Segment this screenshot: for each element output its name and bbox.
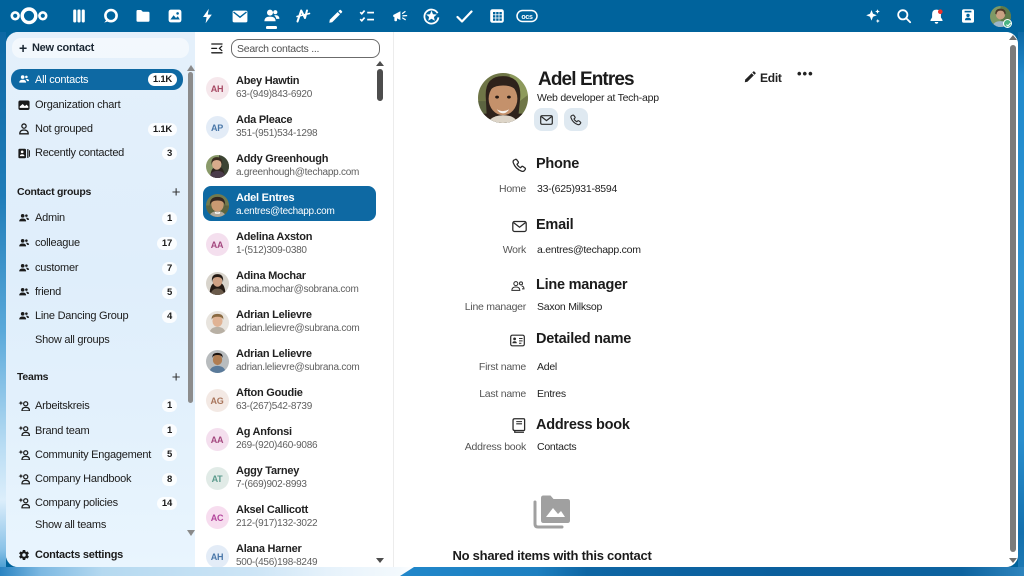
svg-text:ocs: ocs: [521, 14, 533, 21]
